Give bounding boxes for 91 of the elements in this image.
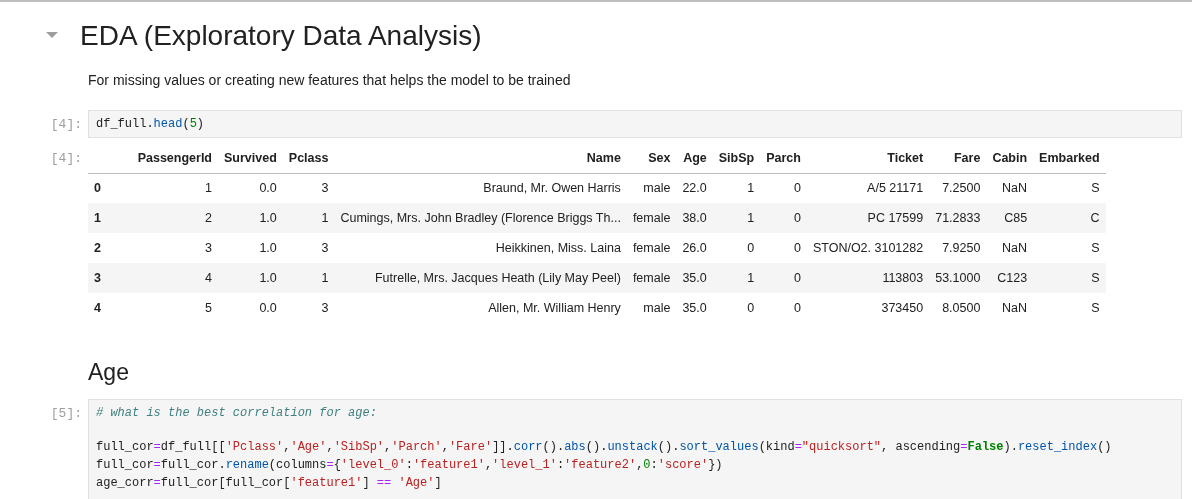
table-cell: 1 xyxy=(282,263,335,293)
column-header: Sex xyxy=(626,145,677,173)
code-comment: # what is the best correlation for age: xyxy=(96,405,378,422)
column-header: Cabin xyxy=(986,145,1034,173)
description-text: For missing values or creating new features that helps the model to be trained xyxy=(88,71,572,90)
column-header: Pclass xyxy=(282,145,335,173)
table-cell: A/5 21171 xyxy=(806,173,930,203)
section-heading: EDA (Exploratory Data Analysis) xyxy=(80,19,482,53)
table-cell: Cumings, Mrs. John Bradley (Florence Briggs Th... xyxy=(334,203,627,233)
collapse-icon[interactable] xyxy=(46,32,58,40)
table-cell: 1 xyxy=(282,203,335,233)
table-cell: 1.0 xyxy=(218,263,283,293)
column-header: PassengerId xyxy=(128,145,218,173)
table-cell: 22.0 xyxy=(676,173,713,203)
table-cell: 1 xyxy=(712,203,761,233)
table-cell: STON/O2. 3101282 xyxy=(806,233,930,263)
code-line: full_cor=full_cor.rename(columns={'level_0':'feature1','level_1':'feature2',0:'score'}) xyxy=(96,457,724,474)
column-header: Ticket xyxy=(806,145,930,173)
table-cell: Braund, Mr. Owen Harris xyxy=(334,173,627,203)
table-cell: 3 xyxy=(282,173,335,203)
table-cell: 5 xyxy=(128,293,218,323)
column-header: Name xyxy=(334,145,627,173)
table-cell: Heikkinen, Miss. Laina xyxy=(334,233,627,263)
table-cell: 0 xyxy=(760,173,807,203)
column-header: Parch xyxy=(760,145,807,173)
table-cell: 38.0 xyxy=(676,203,713,233)
table-cell: 1 xyxy=(712,263,761,293)
table-cell: S xyxy=(1033,263,1106,293)
table-cell: 1 xyxy=(712,173,761,203)
table-cell: 35.0 xyxy=(676,293,713,323)
table-cell: 0 xyxy=(760,263,807,293)
column-header: Age xyxy=(676,145,713,173)
row-index: 0 xyxy=(88,173,128,203)
table-cell: S xyxy=(1033,233,1106,263)
code-line: df_full.head(5) xyxy=(96,116,206,133)
table-cell: male xyxy=(626,173,677,203)
column-header: Survived xyxy=(218,145,283,173)
table-cell: S xyxy=(1033,173,1106,203)
table-cell: 7.2500 xyxy=(929,173,987,203)
row-index: 1 xyxy=(88,203,128,233)
table-cell: 1.0 xyxy=(218,233,283,263)
table-cell: male xyxy=(626,293,677,323)
row-index: 4 xyxy=(88,293,128,323)
table-cell: PC 17599 xyxy=(806,203,930,233)
table-cell: 0 xyxy=(760,203,807,233)
table-cell: 0 xyxy=(760,233,807,263)
code-cell[interactable] xyxy=(88,399,1182,499)
table-cell: 35.0 xyxy=(676,263,713,293)
table-cell: 113803 xyxy=(806,263,930,293)
table-cell: 3 xyxy=(282,233,335,263)
table-cell: 71.2833 xyxy=(929,203,987,233)
table-cell: 0.0 xyxy=(218,173,283,203)
table-cell: 373450 xyxy=(806,293,930,323)
table-cell: 0.0 xyxy=(218,293,283,323)
table-cell: 0 xyxy=(760,293,807,323)
row-index: 2 xyxy=(88,233,128,263)
table-cell: C xyxy=(1033,203,1106,233)
output-prompt: [4]: xyxy=(49,150,83,168)
table-cell: female xyxy=(626,263,677,293)
cell-prompt: [5]: xyxy=(49,405,83,423)
subsection-heading: Age xyxy=(88,357,129,387)
table-cell: 4 xyxy=(128,263,218,293)
table-cell: 3 xyxy=(128,233,218,263)
code-line: full_cor=df_full[['Pclass','Age','SibSp','Parch','Fare']].corr().abs().unstack().sort_values(kind="quicksort", ascending=False).reset_index() xyxy=(96,439,1113,456)
table-cell: 1.0 xyxy=(218,203,283,233)
table-cell: 2 xyxy=(128,203,218,233)
table-cell: C85 xyxy=(986,203,1034,233)
table-cell: Futrelle, Mrs. Jacques Heath (Lily May Peel) xyxy=(334,263,627,293)
cell-prompt: [4]: xyxy=(49,116,83,134)
table-cell: 1 xyxy=(128,173,218,203)
table-cell: Allen, Mr. William Henry xyxy=(334,293,627,323)
table-cell: NaN xyxy=(986,233,1034,263)
table-cell: female xyxy=(626,203,677,233)
table-cell: 53.1000 xyxy=(929,263,987,293)
column-header: SibSp xyxy=(712,145,761,173)
table-cell: 0 xyxy=(712,233,761,263)
table-cell: NaN xyxy=(986,293,1034,323)
table-cell: 0 xyxy=(712,293,761,323)
row-index: 3 xyxy=(88,263,128,293)
table-cell: NaN xyxy=(986,173,1034,203)
table-cell: female xyxy=(626,233,677,263)
table-cell: C123 xyxy=(986,263,1034,293)
code-line: age_corr=full_cor[full_cor['feature1'] == 'Age'] xyxy=(96,475,443,492)
table-cell: S xyxy=(1033,293,1106,323)
table-cell: 3 xyxy=(282,293,335,323)
table-cell: 26.0 xyxy=(676,233,713,263)
table-cell: 7.9250 xyxy=(929,233,987,263)
code-cell[interactable]: df_full.head(5) xyxy=(88,110,1182,138)
column-header: Embarked xyxy=(1033,145,1106,173)
table-cell: 8.0500 xyxy=(929,293,987,323)
column-header: Fare xyxy=(929,145,987,173)
